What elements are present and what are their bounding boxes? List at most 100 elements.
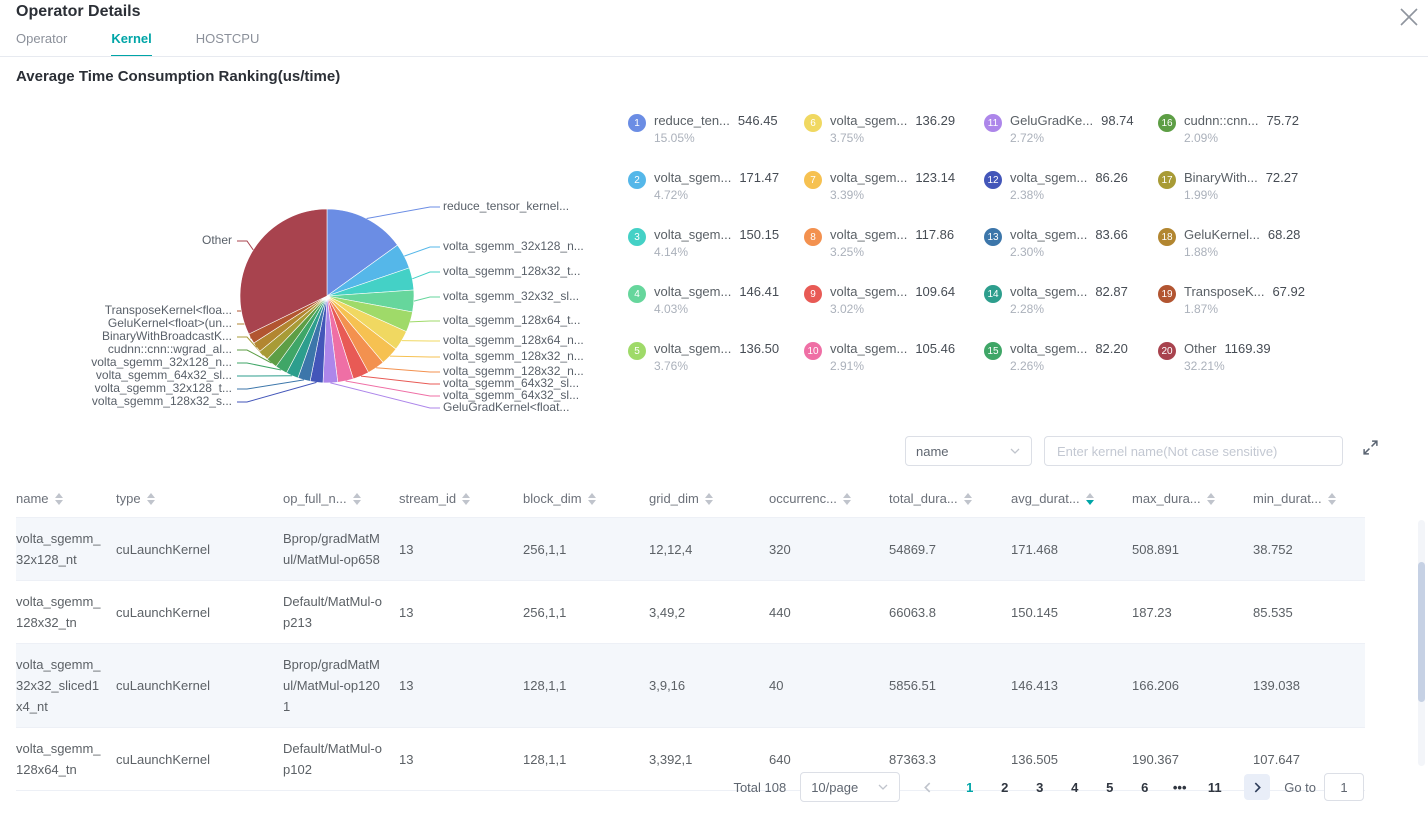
legend-item-4[interactable]: 4volta_sgem...146.414.03% [628,284,800,316]
column-header-avg-durat-[interactable]: avg_durat... [1011,482,1132,518]
page-size-select[interactable]: 10/page [800,772,900,802]
table-cell: volta_sgemm_32x32_sliced1x4_nt [16,644,116,728]
table-cell: 128,1,1 [523,728,649,791]
legend-percent: 3.75% [830,131,955,145]
sort-caret-icon[interactable] [964,493,972,505]
legend-item-2[interactable]: 2volta_sgem...171.474.72% [628,170,800,202]
legend-item-10[interactable]: 10volta_sgem...105.462.91% [804,341,976,373]
next-page-button[interactable] [1244,774,1270,800]
pie-callout-label: volta_sgemm_128x32_t... [443,264,580,278]
table-cell: 146.413 [1011,644,1132,728]
column-label: max_dura... [1132,491,1201,506]
pie-callout-label: volta_sgemm_32x128_n... [443,239,584,253]
column-header-type[interactable]: type [116,482,283,518]
legend-item-1[interactable]: 1reduce_ten...546.4515.05% [628,113,800,145]
legend-item-13[interactable]: 13volta_sgem...83.662.30% [984,227,1156,259]
sort-caret-icon[interactable] [55,493,63,505]
column-header-max-dura-[interactable]: max_dura... [1132,482,1253,518]
page-number-4[interactable]: 4 [1059,780,1090,795]
legend-percent: 1.87% [1184,302,1305,316]
column-header-occurrenc-[interactable]: occurrenc... [769,482,889,518]
page-number-3[interactable]: 3 [1024,780,1055,795]
column-header-stream-id[interactable]: stream_id [399,482,523,518]
legend-rank-badge: 19 [1158,285,1176,303]
page-number-2[interactable]: 2 [989,780,1020,795]
page-number-1[interactable]: 1 [954,780,985,795]
pie-callout-line [361,376,440,384]
legend-value: 86.26 [1095,170,1128,185]
column-header-min-durat-[interactable]: min_durat... [1253,482,1365,518]
page-size-value: 10/page [811,780,858,795]
page-number-11[interactable]: 11 [1199,780,1230,795]
column-header-block-dim[interactable]: block_dim [523,482,649,518]
sort-caret-icon[interactable] [1328,493,1336,505]
legend-percent: 4.14% [654,245,779,259]
prev-page-button[interactable] [914,774,940,800]
pie-callout-label: cudnn::cnn::wgrad_al... [0,342,232,356]
pie-chart: reduce_tensor_kernel...volta_sgemm_32x12… [0,90,620,435]
legend-percent: 2.38% [1010,188,1128,202]
sort-caret-icon[interactable] [588,493,596,505]
legend-rank-badge: 13 [984,228,1002,246]
legend-kernel-name: Other [1184,341,1217,356]
sort-caret-icon[interactable] [1086,493,1094,505]
sort-caret-icon[interactable] [147,493,155,505]
sort-caret-icon[interactable] [353,493,361,505]
legend-value: 75.72 [1266,113,1299,128]
kernel-search-input[interactable] [1044,436,1343,466]
column-header-total-dura-[interactable]: total_dura... [889,482,1011,518]
pie-callout-line [237,382,317,402]
tab-hostcpu[interactable]: HOSTCPU [196,31,260,57]
legend-value: 146.41 [739,284,779,299]
legend-item-3[interactable]: 3volta_sgem...150.154.14% [628,227,800,259]
table-cell: volta_sgemm_128x32_tn [16,581,116,644]
legend-item-16[interactable]: 16cudnn::cnn...75.722.09% [1158,113,1330,145]
table-row[interactable]: volta_sgemm_32x32_sliced1x4_ntcuLaunchKe… [16,644,1365,728]
legend-item-6[interactable]: 6volta_sgem...136.293.75% [804,113,976,145]
column-header-op-full-n-[interactable]: op_full_n... [283,482,399,518]
table-scrollbar-thumb[interactable] [1418,562,1425,702]
legend-item-12[interactable]: 12volta_sgem...86.262.38% [984,170,1156,202]
legend-item-7[interactable]: 7volta_sgem...123.143.39% [804,170,976,202]
legend-item-17[interactable]: 17BinaryWith...72.271.99% [1158,170,1330,202]
legend-item-5[interactable]: 5volta_sgem...136.503.76% [628,341,800,373]
page-number-5[interactable]: 5 [1094,780,1125,795]
legend-item-18[interactable]: 18GeluKernel...68.281.88% [1158,227,1330,259]
pie-callout-line [390,356,440,357]
table-scrollbar-track[interactable] [1418,520,1425,766]
filter-field-select[interactable]: name [905,436,1032,466]
sort-caret-icon[interactable] [705,493,713,505]
legend-kernel-name: volta_sgem... [830,170,907,185]
legend-item-19[interactable]: 19TransposeK...67.921.87% [1158,284,1330,316]
legend-rank-badge: 11 [984,114,1002,132]
tab-operator[interactable]: Operator [16,31,67,57]
sort-caret-icon[interactable] [1207,493,1215,505]
fullscreen-button[interactable] [1362,439,1380,457]
legend-rank-badge: 1 [628,114,646,132]
column-header-name[interactable]: name [16,482,116,518]
page-number-6[interactable]: 6 [1129,780,1160,795]
table-row[interactable]: volta_sgemm_32x128_ntcuLaunchKernelBprop… [16,518,1365,581]
legend-item-9[interactable]: 9volta_sgem...109.643.02% [804,284,976,316]
table-cell: 128,1,1 [523,644,649,728]
close-button[interactable] [1396,4,1422,30]
legend-item-20[interactable]: 20Other1169.3932.21% [1158,341,1330,373]
table-row[interactable]: volta_sgemm_128x32_tncuLaunchKernelDefau… [16,581,1365,644]
legend-percent: 2.91% [830,359,955,373]
goto-page-input[interactable] [1324,773,1364,801]
page-ellipsis[interactable]: ••• [1164,780,1195,795]
chevron-down-icon [1009,445,1021,457]
legend-item-15[interactable]: 15volta_sgem...82.202.26% [984,341,1156,373]
sort-caret-icon[interactable] [462,493,470,505]
legend-item-8[interactable]: 8volta_sgem...117.863.25% [804,227,976,259]
table-cell: Bprop/gradMatMul/MatMul-op658 [283,518,399,581]
legend-kernel-name: volta_sgem... [830,227,907,242]
legend-kernel-name: volta_sgem... [830,284,907,299]
sort-caret-icon[interactable] [843,493,851,505]
tab-kernel[interactable]: Kernel [111,31,151,57]
legend-item-14[interactable]: 14volta_sgem...82.872.28% [984,284,1156,316]
legend-kernel-name: cudnn::cnn... [1184,113,1258,128]
column-header-grid-dim[interactable]: grid_dim [649,482,769,518]
pie-callout-line [367,207,440,219]
legend-item-11[interactable]: 11GeluGradKe...98.742.72% [984,113,1156,145]
